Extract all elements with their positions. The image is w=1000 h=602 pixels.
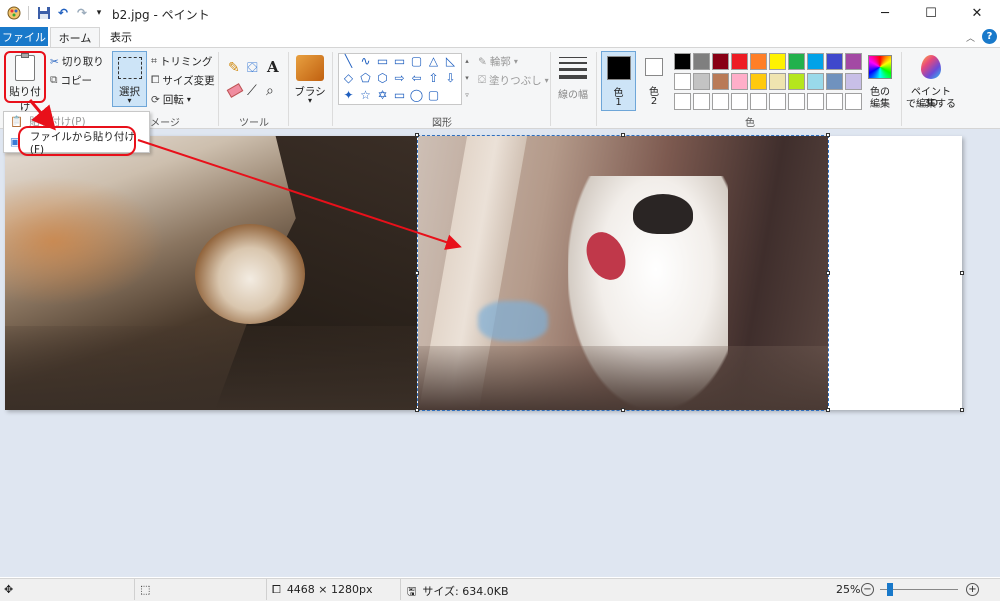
file-size: 🖫 サイズ: 634.0KB: [407, 583, 509, 602]
image-size-icon: ⧠: [272, 583, 281, 596]
divider: [400, 579, 401, 600]
divider: [134, 579, 135, 600]
annotation-arrow-to-image: [137, 139, 462, 250]
zoom-slider-thumb[interactable]: [887, 583, 893, 596]
selection-size-icon: ⬚: [140, 583, 151, 596]
file-size-text: サイズ: 634.0KB: [422, 585, 509, 598]
dimensions-text: 4468 × 1280px: [286, 583, 373, 596]
image-dimensions: ⧠ 4468 × 1280px: [272, 583, 373, 597]
annotation-arrow-down: [28, 99, 56, 131]
annotation-arrows: [28, 99, 462, 250]
zoom-out-icon[interactable]: −: [861, 583, 874, 596]
disk-icon: 🖫: [407, 585, 417, 598]
cursor-position-icon: ✥: [4, 583, 14, 596]
divider: [266, 579, 267, 600]
zoom-in-icon[interactable]: +: [966, 583, 979, 596]
zoom-level: 25%: [836, 583, 861, 596]
